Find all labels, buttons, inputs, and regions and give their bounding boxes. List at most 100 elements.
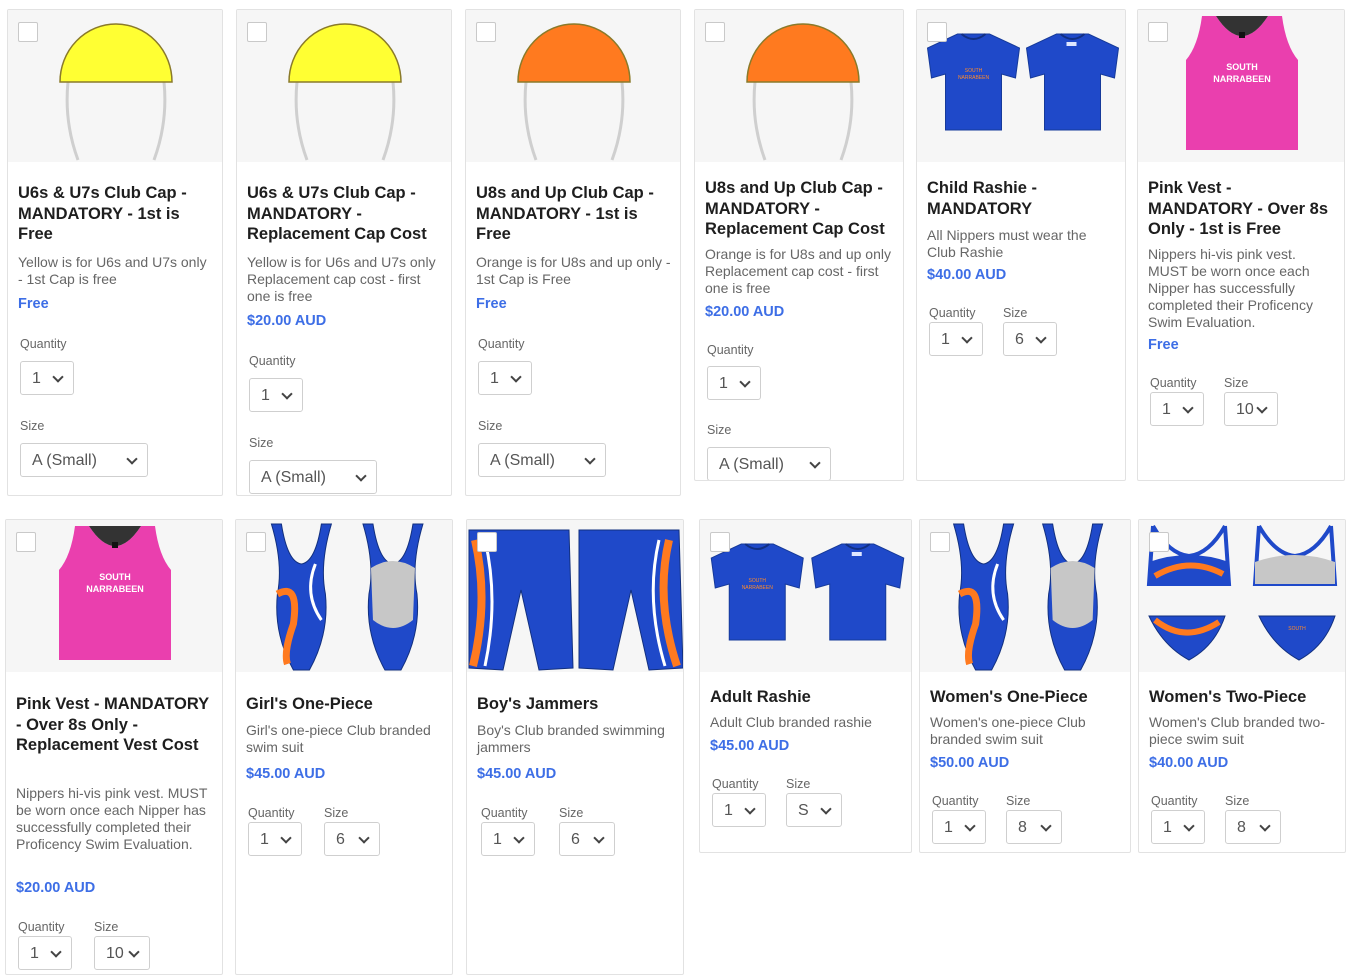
quantity-select[interactable]: 1 — [481, 822, 535, 856]
svg-text:SOUTH: SOUTH — [749, 578, 767, 584]
product-description: Nippers hi-vis pink vest. MUST be worn o… — [1148, 246, 1313, 330]
quantity-value: 1 — [493, 831, 502, 848]
size-select[interactable]: A (Small) — [20, 443, 148, 477]
quantity-value: 1 — [1163, 819, 1172, 836]
select-checkbox[interactable] — [16, 532, 36, 552]
quantity-select[interactable]: 1 — [712, 793, 766, 827]
size-label: Size — [1224, 376, 1249, 390]
chevron-down-icon — [1256, 402, 1268, 414]
quantity-label: Quantity — [249, 354, 296, 368]
chevron-down-icon — [584, 453, 596, 465]
product-description: Adult Club branded rashie — [710, 714, 872, 730]
size-label: Size — [324, 806, 349, 820]
select-checkbox[interactable] — [477, 532, 497, 552]
size-label: Size — [478, 419, 503, 433]
size-label: Size — [707, 423, 732, 437]
quantity-value: 1 — [490, 370, 499, 387]
size-value: 10 — [106, 945, 124, 962]
svg-text:NARRABEEN: NARRABEEN — [1213, 74, 1271, 84]
select-checkbox[interactable] — [1148, 22, 1168, 42]
product-card: U8s and Up Club Cap - MANDATORY - Replac… — [694, 9, 904, 481]
product-title: Pink Vest - MANDATORY - Over 8s Only - 1… — [1148, 179, 1329, 238]
chevron-down-icon — [1259, 820, 1271, 832]
select-checkbox[interactable] — [710, 532, 730, 552]
product-card: U6s & U7s Club Cap - MANDATORY - 1st is … — [7, 9, 223, 496]
chevron-down-icon — [1035, 332, 1047, 344]
size-select[interactable]: S — [786, 793, 842, 827]
quantity-label: Quantity — [1150, 376, 1197, 390]
chevron-down-icon — [964, 820, 976, 832]
product-card: Boy's Jammers Boy's Club branded swimmin… — [466, 519, 684, 975]
size-label: Size — [1006, 794, 1031, 808]
quantity-select[interactable]: 1 — [707, 366, 761, 400]
product-description: Nippers hi-vis pink vest. MUST be worn o… — [16, 785, 208, 852]
size-select[interactable]: A (Small) — [707, 447, 831, 480]
size-select[interactable]: 8 — [1006, 810, 1062, 844]
quantity-select[interactable]: 1 — [478, 361, 532, 395]
select-checkbox[interactable] — [18, 22, 38, 42]
quantity-label: Quantity — [932, 794, 979, 808]
product-card: Women's One-Piece Women's one-piece Club… — [919, 519, 1131, 853]
size-label: Size — [786, 777, 811, 791]
product-price: $40.00 AUD — [1149, 755, 1229, 771]
quantity-select[interactable]: 1 — [932, 810, 986, 844]
select-checkbox[interactable] — [705, 22, 725, 42]
quantity-value: 1 — [261, 387, 270, 404]
quantity-label: Quantity — [712, 777, 759, 791]
product-description: Orange is for U8s and up only - 1st Cap … — [476, 254, 671, 287]
quantity-select[interactable]: 1 — [248, 822, 302, 856]
product-description: Women's one-piece Club branded swim suit — [930, 714, 1086, 747]
product-title: U6s & U7s Club Cap - MANDATORY - Replace… — [247, 184, 427, 243]
svg-text:NARRABEEN: NARRABEEN — [958, 75, 990, 81]
product-image — [236, 520, 452, 672]
quantity-select[interactable]: 1 — [249, 378, 303, 412]
product-image: SOUTH NARRABEEN — [917, 10, 1125, 162]
product-image: SOUTH — [1139, 520, 1345, 672]
product-card: SOUTH Women's Two-Piece Women's Club bra… — [1138, 519, 1346, 853]
size-value: A (Small) — [261, 469, 326, 486]
size-value: A (Small) — [32, 452, 97, 469]
quantity-label: Quantity — [481, 806, 528, 820]
size-select[interactable]: A (Small) — [478, 443, 606, 477]
quantity-select[interactable]: 1 — [1150, 392, 1204, 426]
select-checkbox[interactable] — [476, 22, 496, 42]
quantity-label: Quantity — [478, 337, 525, 351]
quantity-value: 1 — [944, 819, 953, 836]
select-checkbox[interactable] — [930, 532, 950, 552]
chevron-down-icon — [280, 832, 292, 844]
product-description: Boy's Club branded swimming jammers — [477, 722, 665, 755]
product-image — [466, 10, 680, 162]
chevron-down-icon — [1040, 820, 1052, 832]
size-select[interactable]: 6 — [559, 822, 615, 856]
quantity-select[interactable]: 1 — [18, 936, 72, 970]
product-price: $20.00 AUD — [247, 313, 327, 329]
product-price: $50.00 AUD — [930, 755, 1010, 771]
quantity-select[interactable]: 1 — [929, 322, 983, 356]
chevron-down-icon — [593, 832, 605, 844]
product-image — [237, 10, 451, 162]
size-select[interactable]: 8 — [1225, 810, 1281, 844]
size-value: 6 — [571, 831, 580, 848]
svg-text:NARRABEEN: NARRABEEN — [86, 584, 144, 594]
quantity-select[interactable]: 1 — [1151, 810, 1205, 844]
size-value: 6 — [1015, 331, 1024, 348]
svg-text:SOUTH: SOUTH — [99, 572, 131, 582]
size-select[interactable]: 10 — [1224, 392, 1278, 426]
quantity-value: 1 — [30, 945, 39, 962]
size-select[interactable]: 10 — [94, 936, 150, 970]
chevron-down-icon — [52, 371, 64, 383]
chevron-down-icon — [1183, 820, 1195, 832]
size-label: Size — [1003, 306, 1028, 320]
product-description: Yellow is for U6s and U7s only - 1st Cap… — [18, 254, 207, 287]
quantity-select[interactable]: 1 — [20, 361, 74, 395]
size-select[interactable]: A (Small) — [249, 460, 377, 494]
select-checkbox[interactable] — [927, 22, 947, 42]
product-image: SOUTH NARRABEEN — [700, 520, 911, 672]
select-checkbox[interactable] — [247, 22, 267, 42]
select-checkbox[interactable] — [1149, 532, 1169, 552]
size-select[interactable]: 6 — [1003, 322, 1057, 356]
size-select[interactable]: 6 — [324, 822, 380, 856]
quantity-value: 1 — [32, 370, 41, 387]
select-checkbox[interactable] — [246, 532, 266, 552]
quantity-value: 1 — [941, 331, 950, 348]
